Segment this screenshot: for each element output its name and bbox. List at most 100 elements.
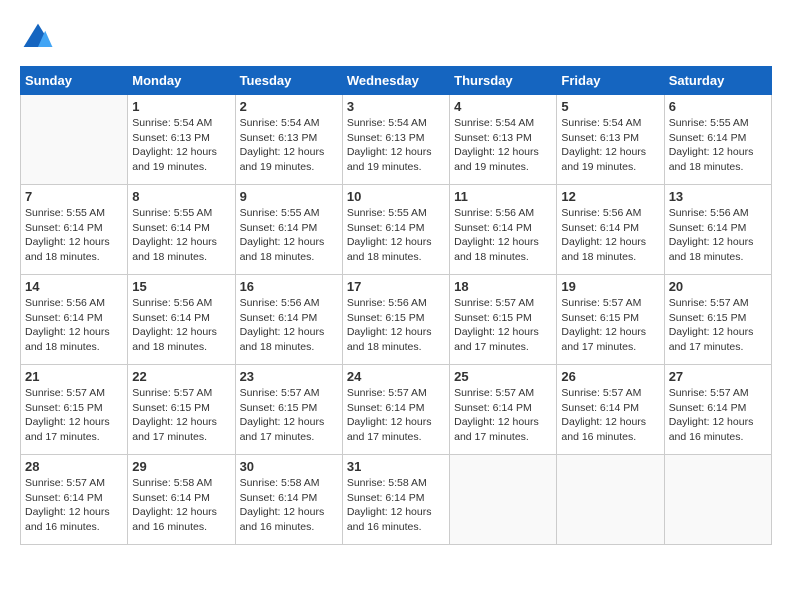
day-info-text: Sunrise: 5:58 AM Sunset: 6:14 PM Dayligh… xyxy=(132,476,230,535)
day-number: 20 xyxy=(669,279,767,294)
day-info-text: Sunrise: 5:56 AM Sunset: 6:14 PM Dayligh… xyxy=(240,296,338,355)
day-info-text: Sunrise: 5:54 AM Sunset: 6:13 PM Dayligh… xyxy=(454,116,552,175)
day-info-text: Sunrise: 5:57 AM Sunset: 6:15 PM Dayligh… xyxy=(25,386,123,445)
calendar-day-cell: 11 Sunrise: 5:56 AM Sunset: 6:14 PM Dayli… xyxy=(450,185,557,275)
day-number: 1 xyxy=(132,99,230,114)
day-number: 9 xyxy=(240,189,338,204)
calendar-day-cell: 25 Sunrise: 5:57 AM Sunset: 6:14 PM Dayli… xyxy=(450,365,557,455)
calendar-day-cell: 27 Sunrise: 5:57 AM Sunset: 6:14 PM Dayli… xyxy=(664,365,771,455)
day-of-week-header: Monday xyxy=(128,67,235,95)
day-of-week-header: Saturday xyxy=(664,67,771,95)
calendar-day-cell: 1 Sunrise: 5:54 AM Sunset: 6:13 PM Daylig… xyxy=(128,95,235,185)
calendar-day-cell: 10 Sunrise: 5:55 AM Sunset: 6:14 PM Dayli… xyxy=(342,185,449,275)
calendar-day-cell xyxy=(557,455,664,545)
day-info-text: Sunrise: 5:54 AM Sunset: 6:13 PM Dayligh… xyxy=(132,116,230,175)
calendar-day-cell: 9 Sunrise: 5:55 AM Sunset: 6:14 PM Daylig… xyxy=(235,185,342,275)
day-info-text: Sunrise: 5:56 AM Sunset: 6:14 PM Dayligh… xyxy=(25,296,123,355)
day-number: 22 xyxy=(132,369,230,384)
day-info-text: Sunrise: 5:57 AM Sunset: 6:14 PM Dayligh… xyxy=(454,386,552,445)
day-info-text: Sunrise: 5:57 AM Sunset: 6:15 PM Dayligh… xyxy=(454,296,552,355)
calendar-day-cell: 16Sunrise: 5:56 AM Sunset: 6:14 PM Dayli… xyxy=(235,275,342,365)
day-number: 8 xyxy=(132,189,230,204)
day-info-text: Sunrise: 5:57 AM Sunset: 6:14 PM Dayligh… xyxy=(669,386,767,445)
day-of-week-header: Wednesday xyxy=(342,67,449,95)
calendar-day-cell xyxy=(664,455,771,545)
day-number: 14 xyxy=(25,279,123,294)
day-number: 2 xyxy=(240,99,338,114)
calendar-day-cell: 7 Sunrise: 5:55 AM Sunset: 6:14 PM Daylig… xyxy=(21,185,128,275)
day-number: 13 xyxy=(669,189,767,204)
calendar-day-cell: 17Sunrise: 5:56 AM Sunset: 6:15 PM Dayli… xyxy=(342,275,449,365)
calendar-day-cell: 20 Sunrise: 5:57 AM Sunset: 6:15 PM Dayli… xyxy=(664,275,771,365)
day-info-text: Sunrise: 5:58 AM Sunset: 6:14 PM Dayligh… xyxy=(347,476,445,535)
day-of-week-header: Sunday xyxy=(21,67,128,95)
day-number: 21 xyxy=(25,369,123,384)
day-of-week-header: Tuesday xyxy=(235,67,342,95)
day-number: 25 xyxy=(454,369,552,384)
calendar-day-cell: 4Sunrise: 5:54 AM Sunset: 6:13 PM Daylig… xyxy=(450,95,557,185)
day-number: 10 xyxy=(347,189,445,204)
day-info-text: Sunrise: 5:57 AM Sunset: 6:15 PM Dayligh… xyxy=(132,386,230,445)
day-number: 26 xyxy=(561,369,659,384)
calendar-day-cell xyxy=(21,95,128,185)
calendar-day-cell: 3 Sunrise: 5:54 AM Sunset: 6:13 PM Daylig… xyxy=(342,95,449,185)
logo-icon xyxy=(20,20,56,56)
day-number: 31 xyxy=(347,459,445,474)
day-of-week-header: Friday xyxy=(557,67,664,95)
calendar-day-cell: 30Sunrise: 5:58 AM Sunset: 6:14 PM Dayli… xyxy=(235,455,342,545)
day-number: 17 xyxy=(347,279,445,294)
day-info-text: Sunrise: 5:57 AM Sunset: 6:14 PM Dayligh… xyxy=(347,386,445,445)
day-info-text: Sunrise: 5:54 AM Sunset: 6:13 PM Dayligh… xyxy=(347,116,445,175)
day-number: 3 xyxy=(347,99,445,114)
day-info-text: Sunrise: 5:54 AM Sunset: 6:13 PM Dayligh… xyxy=(561,116,659,175)
day-info-text: Sunrise: 5:57 AM Sunset: 6:14 PM Dayligh… xyxy=(561,386,659,445)
calendar-week-row: 28 Sunrise: 5:57 AM Sunset: 6:14 PM Dayli… xyxy=(21,455,772,545)
calendar-day-cell: 6Sunrise: 5:55 AM Sunset: 6:14 PM Daylig… xyxy=(664,95,771,185)
day-info-text: Sunrise: 5:57 AM Sunset: 6:15 PM Dayligh… xyxy=(669,296,767,355)
calendar-week-row: 21 Sunrise: 5:57 AM Sunset: 6:15 PM Dayli… xyxy=(21,365,772,455)
day-number: 24 xyxy=(347,369,445,384)
calendar-day-cell: 19 Sunrise: 5:57 AM Sunset: 6:15 PM Dayli… xyxy=(557,275,664,365)
day-info-text: Sunrise: 5:56 AM Sunset: 6:14 PM Dayligh… xyxy=(561,206,659,265)
day-number: 6 xyxy=(669,99,767,114)
day-info-text: Sunrise: 5:57 AM Sunset: 6:15 PM Dayligh… xyxy=(240,386,338,445)
day-info-text: Sunrise: 5:57 AM Sunset: 6:14 PM Dayligh… xyxy=(25,476,123,535)
calendar-day-cell: 2 Sunrise: 5:54 AM Sunset: 6:13 PM Daylig… xyxy=(235,95,342,185)
day-info-text: Sunrise: 5:55 AM Sunset: 6:14 PM Dayligh… xyxy=(132,206,230,265)
day-info-text: Sunrise: 5:54 AM Sunset: 6:13 PM Dayligh… xyxy=(240,116,338,175)
calendar-day-cell: 15 Sunrise: 5:56 AM Sunset: 6:14 PM Dayli… xyxy=(128,275,235,365)
calendar-day-cell: 12Sunrise: 5:56 AM Sunset: 6:14 PM Dayli… xyxy=(557,185,664,275)
day-number: 7 xyxy=(25,189,123,204)
page-header xyxy=(20,20,772,56)
calendar-day-cell: 23 Sunrise: 5:57 AM Sunset: 6:15 PM Dayli… xyxy=(235,365,342,455)
day-info-text: Sunrise: 5:56 AM Sunset: 6:14 PM Dayligh… xyxy=(454,206,552,265)
day-number: 27 xyxy=(669,369,767,384)
day-number: 15 xyxy=(132,279,230,294)
day-number: 29 xyxy=(132,459,230,474)
calendar-day-cell: 18Sunrise: 5:57 AM Sunset: 6:15 PM Dayli… xyxy=(450,275,557,365)
calendar-day-cell: 29 Sunrise: 5:58 AM Sunset: 6:14 PM Dayli… xyxy=(128,455,235,545)
calendar-day-cell: 5Sunrise: 5:54 AM Sunset: 6:13 PM Daylig… xyxy=(557,95,664,185)
calendar-day-cell: 26 Sunrise: 5:57 AM Sunset: 6:14 PM Dayli… xyxy=(557,365,664,455)
day-number: 11 xyxy=(454,189,552,204)
day-info-text: Sunrise: 5:56 AM Sunset: 6:14 PM Dayligh… xyxy=(132,296,230,355)
day-info-text: Sunrise: 5:56 AM Sunset: 6:14 PM Dayligh… xyxy=(669,206,767,265)
calendar-day-cell: 24 Sunrise: 5:57 AM Sunset: 6:14 PM Dayli… xyxy=(342,365,449,455)
day-info-text: Sunrise: 5:55 AM Sunset: 6:14 PM Dayligh… xyxy=(240,206,338,265)
logo xyxy=(20,20,60,56)
day-number: 19 xyxy=(561,279,659,294)
calendar-day-cell: 13 Sunrise: 5:56 AM Sunset: 6:14 PM Dayli… xyxy=(664,185,771,275)
calendar-week-row: 1 Sunrise: 5:54 AM Sunset: 6:13 PM Daylig… xyxy=(21,95,772,185)
calendar-day-cell: 28 Sunrise: 5:57 AM Sunset: 6:14 PM Dayli… xyxy=(21,455,128,545)
day-info-text: Sunrise: 5:57 AM Sunset: 6:15 PM Dayligh… xyxy=(561,296,659,355)
day-info-text: Sunrise: 5:58 AM Sunset: 6:14 PM Dayligh… xyxy=(240,476,338,535)
day-info-text: Sunrise: 5:55 AM Sunset: 6:14 PM Dayligh… xyxy=(347,206,445,265)
calendar-day-cell: 14 Sunrise: 5:56 AM Sunset: 6:14 PM Dayli… xyxy=(21,275,128,365)
day-info-text: Sunrise: 5:55 AM Sunset: 6:14 PM Dayligh… xyxy=(25,206,123,265)
calendar-day-cell xyxy=(450,455,557,545)
calendar-day-cell: 22 Sunrise: 5:57 AM Sunset: 6:15 PM Dayli… xyxy=(128,365,235,455)
day-number: 23 xyxy=(240,369,338,384)
day-number: 28 xyxy=(25,459,123,474)
calendar-header-row: SundayMondayTuesdayWednesdayThursdayFrid… xyxy=(21,67,772,95)
calendar-day-cell: 21 Sunrise: 5:57 AM Sunset: 6:15 PM Dayli… xyxy=(21,365,128,455)
